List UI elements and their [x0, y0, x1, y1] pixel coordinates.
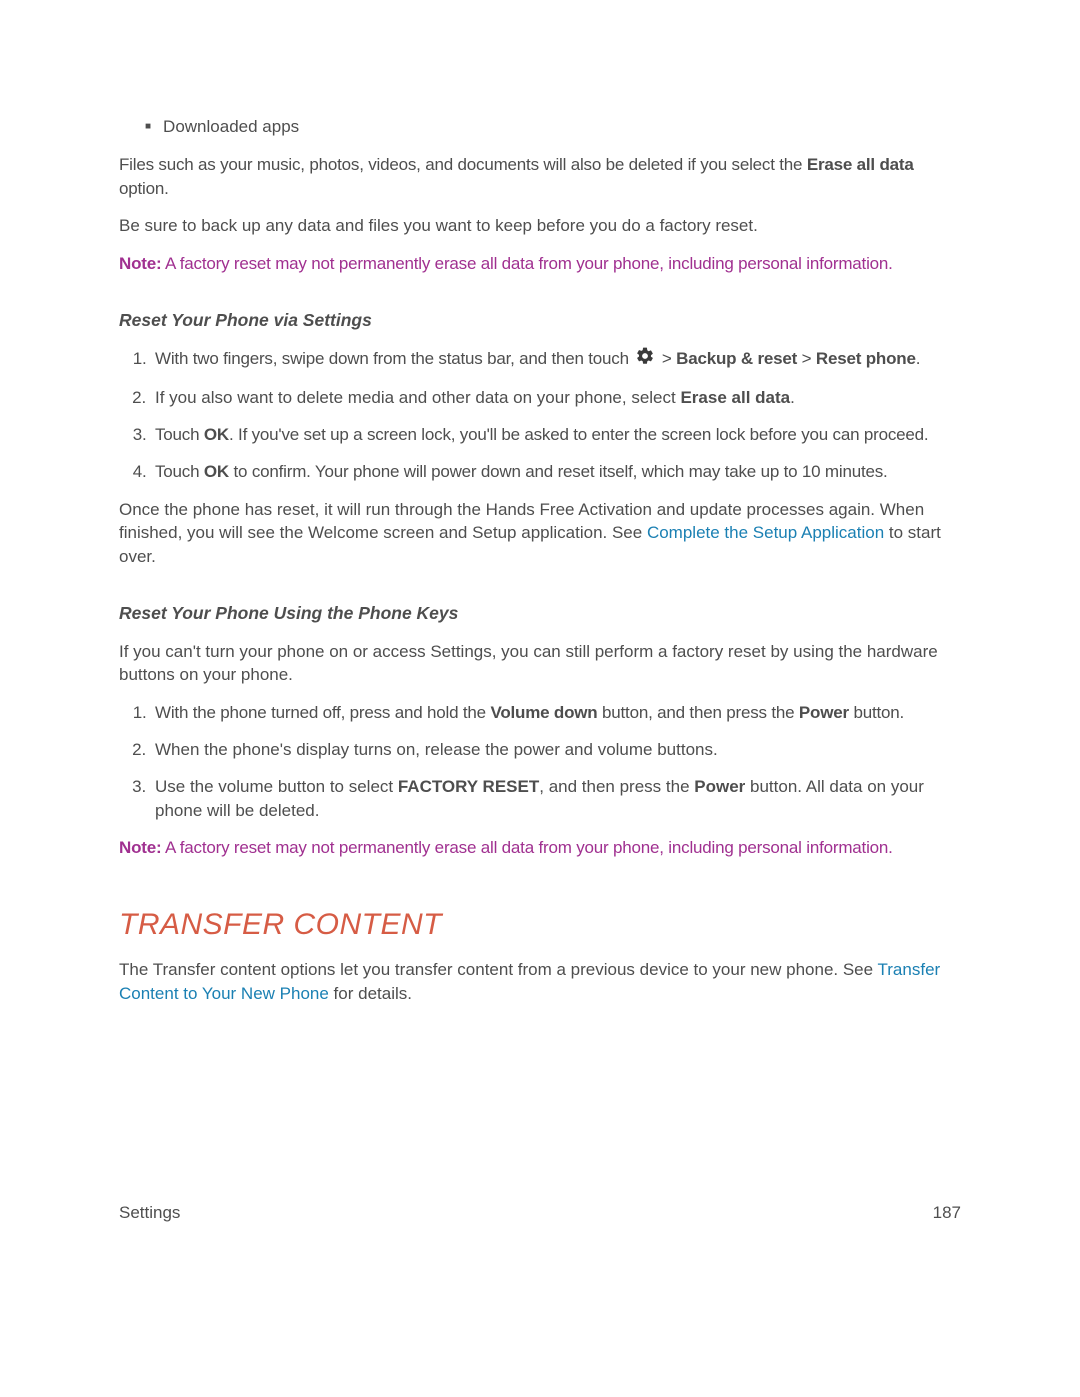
page-footer: Settings 187: [119, 1203, 961, 1223]
gear-icon: [635, 346, 655, 373]
text: for details.: [329, 984, 412, 1003]
power-bold: Power: [694, 777, 745, 796]
step-2: If you also want to delete media and oth…: [151, 386, 961, 410]
steps-reset-phone-keys: With the phone turned off, press and hol…: [119, 701, 961, 822]
text: .: [916, 349, 921, 368]
steps-reset-via-settings: With two fingers, swipe down from the st…: [119, 346, 961, 483]
reset-phone-bold: Reset phone: [816, 349, 916, 368]
ok-bold: OK: [204, 425, 229, 444]
footer-page-number: 187: [933, 1203, 961, 1223]
link-complete-setup[interactable]: Complete the Setup Application: [647, 523, 884, 542]
text: Files such as your music, photos, videos…: [119, 155, 807, 174]
erase-all-data-bold: Erase all data: [807, 155, 914, 174]
power-bold: Power: [799, 703, 849, 722]
note-text: A factory reset may not permanently eras…: [161, 838, 892, 857]
text: option.: [119, 179, 169, 198]
page-content: ■ Downloaded apps Files such as your mus…: [119, 115, 961, 1006]
text: With the phone turned off, press and hol…: [155, 703, 490, 722]
note-factory-reset-2: Note: A factory reset may not permanentl…: [119, 836, 961, 860]
subheading-reset-phone-keys: Reset Your Phone Using the Phone Keys: [119, 601, 961, 626]
text: With two fingers, swipe down from the st…: [155, 349, 633, 368]
text: button.: [849, 703, 904, 722]
bullet-text: Downloaded apps: [163, 115, 299, 139]
note-label: Note:: [119, 254, 161, 273]
text: If you also want to delete media and oth…: [155, 388, 680, 407]
subheading-reset-via-settings: Reset Your Phone via Settings: [119, 308, 961, 333]
note-factory-reset-1: Note: A factory reset may not permanentl…: [119, 252, 961, 276]
volume-down-bold: Volume down: [490, 703, 597, 722]
note-label: Note:: [119, 838, 161, 857]
step-1: With the phone turned off, press and hol…: [151, 701, 961, 725]
transfer-paragraph: The Transfer content options let you tra…: [119, 958, 961, 1006]
after-reset-paragraph: Once the phone has reset, it will run th…: [119, 498, 961, 569]
step-1: With two fingers, swipe down from the st…: [151, 346, 961, 373]
heading-transfer-content: TRANSFER CONTENT: [119, 904, 961, 946]
footer-section-name: Settings: [119, 1203, 180, 1223]
backup-warning: Be sure to back up any data and files yo…: [119, 214, 961, 238]
step-4: Touch OK to confirm. Your phone will pow…: [151, 460, 961, 484]
step-2: When the phone's display turns on, relea…: [151, 738, 961, 762]
text: to confirm. Your phone will power down a…: [229, 462, 888, 481]
text: >: [797, 349, 816, 368]
text: .: [790, 388, 795, 407]
text: , and then press the: [539, 777, 694, 796]
square-bullet-icon: ■: [145, 122, 151, 132]
bullet-item: ■ Downloaded apps: [145, 115, 961, 139]
step-3: Use the volume button to select FACTORY …: [151, 775, 961, 823]
text: The Transfer content options let you tra…: [119, 960, 878, 979]
sub2-intro: If you can't turn your phone on or acces…: [119, 640, 961, 688]
text: Touch: [155, 462, 204, 481]
note-text: A factory reset may not permanently eras…: [161, 254, 892, 273]
text: button, and then press the: [598, 703, 799, 722]
text: . If you've set up a screen lock, you'll…: [229, 425, 928, 444]
backup-reset-bold: Backup & reset: [676, 349, 797, 368]
text: Touch: [155, 425, 204, 444]
erase-all-data-bold: Erase all data: [680, 388, 790, 407]
step-3: Touch OK. If you've set up a screen lock…: [151, 423, 961, 447]
ok-bold: OK: [204, 462, 229, 481]
text: Use the volume button to select: [155, 777, 398, 796]
intro-files-paragraph: Files such as your music, photos, videos…: [119, 153, 961, 201]
document-page: ■ Downloaded apps Files such as your mus…: [0, 0, 1080, 1397]
factory-reset-bold: FACTORY RESET: [398, 777, 539, 796]
text: >: [657, 349, 676, 368]
